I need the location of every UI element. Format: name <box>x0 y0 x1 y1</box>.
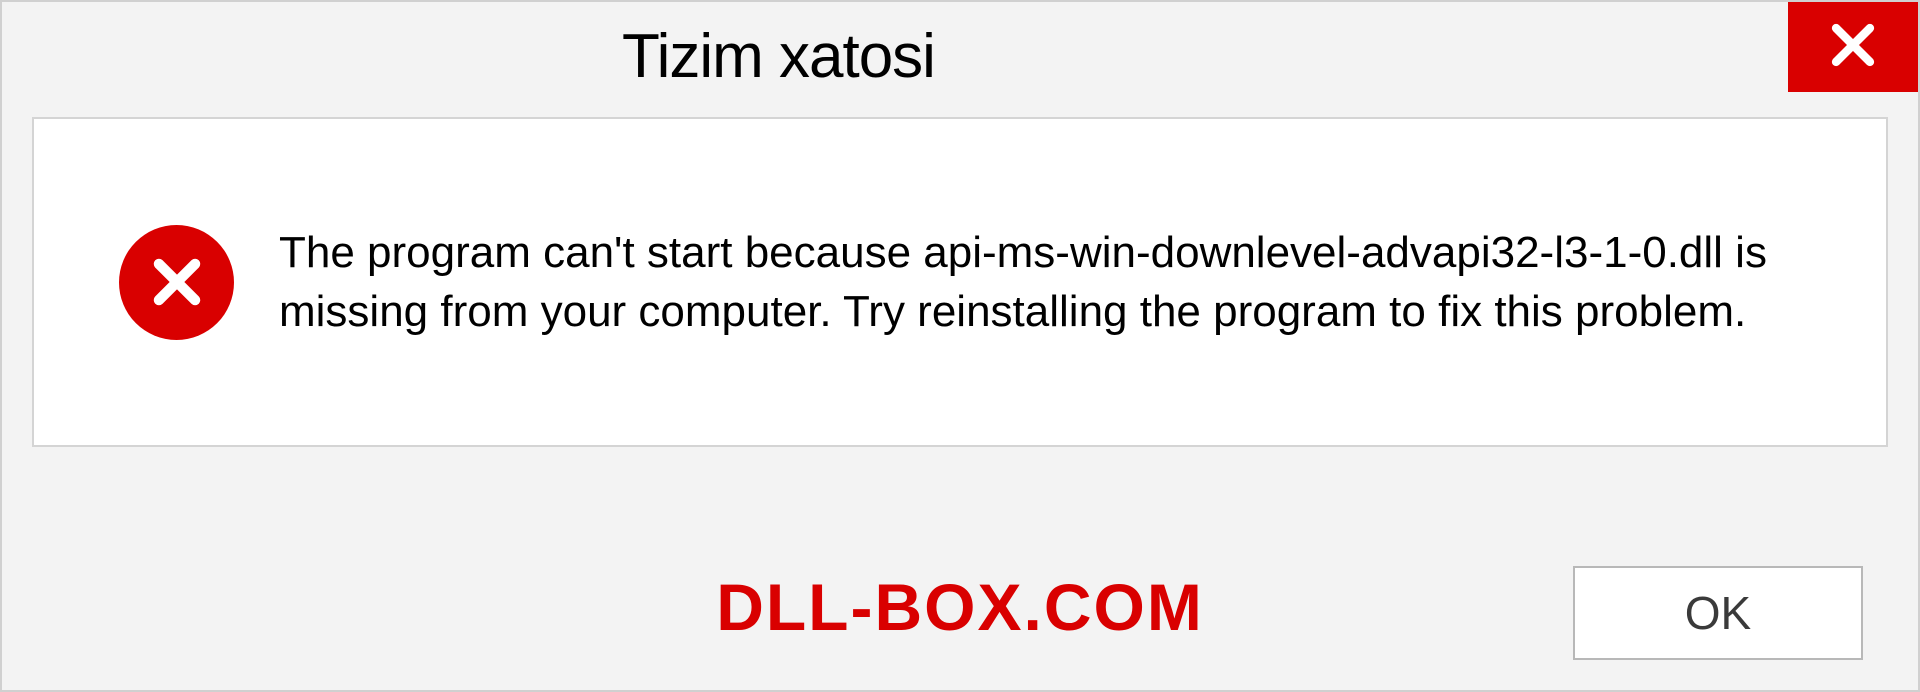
titlebar: Tizim xatosi <box>2 2 1918 110</box>
close-icon <box>1824 16 1882 79</box>
content-panel: The program can't start because api-ms-w… <box>32 117 1888 447</box>
error-icon-container <box>119 225 234 340</box>
ok-button[interactable]: OK <box>1573 566 1863 660</box>
error-icon <box>119 225 234 340</box>
close-button[interactable] <box>1788 2 1918 92</box>
dialog-title: Tizim xatosi <box>622 21 935 92</box>
watermark-text: DLL-BOX.COM <box>716 569 1204 645</box>
dialog-footer: DLL-BOX.COM OK <box>2 535 1918 690</box>
error-dialog: Tizim xatosi The program can't start bec… <box>0 0 1920 692</box>
error-message: The program can't start because api-ms-w… <box>279 223 1836 342</box>
